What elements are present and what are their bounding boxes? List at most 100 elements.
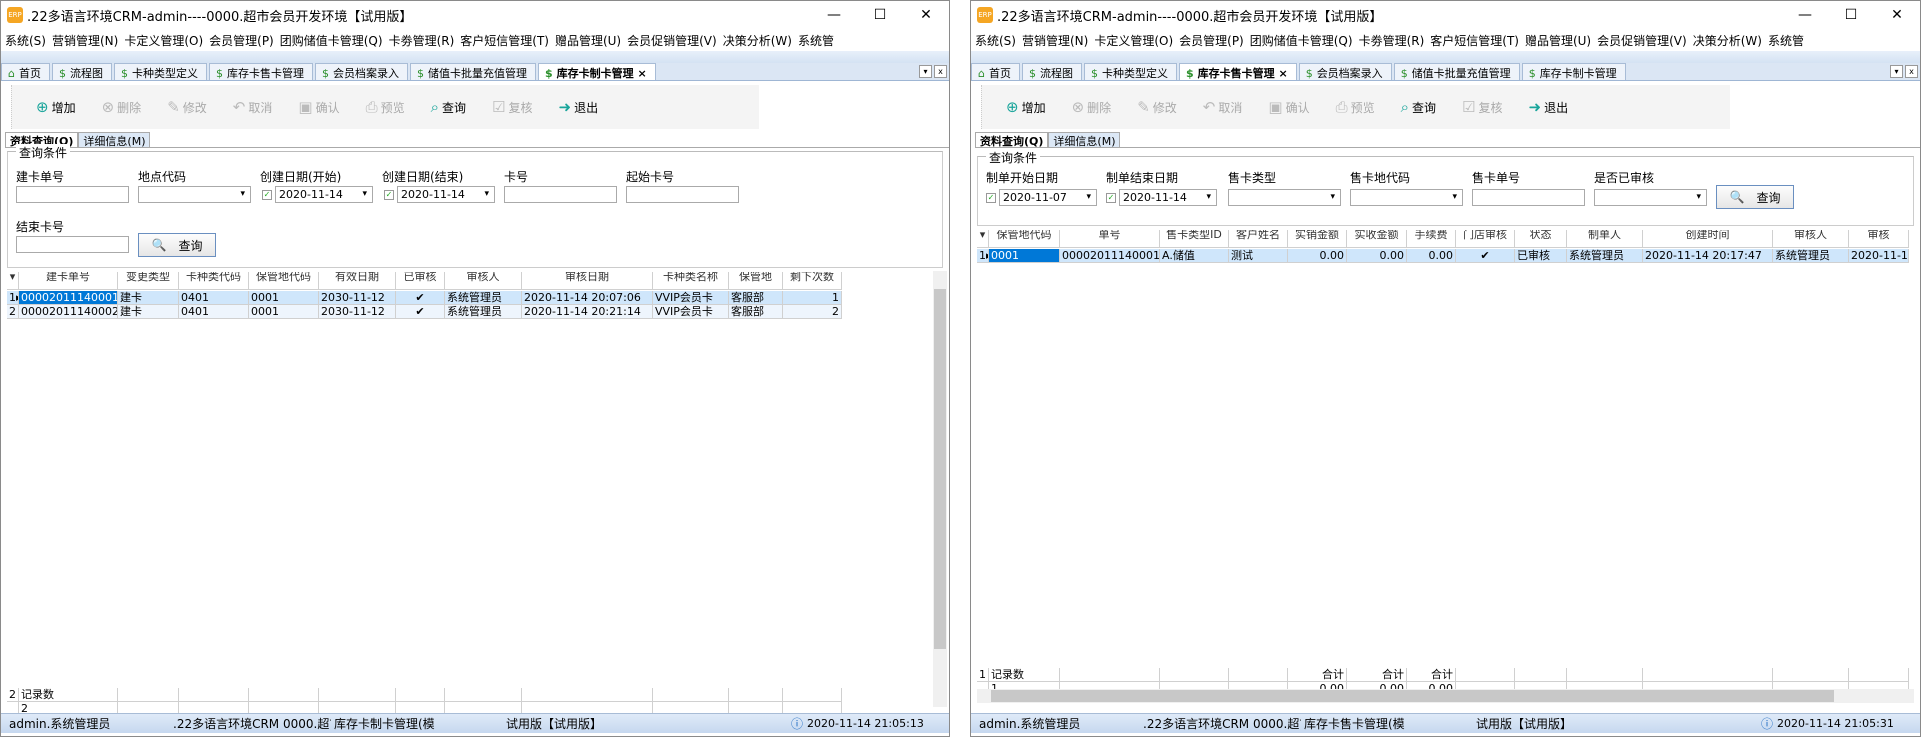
column-header[interactable]: 保管地	[729, 272, 783, 290]
end-date-picker[interactable]: 2020-11-14	[397, 186, 495, 203]
query-button[interactable]: ⌕ 查询	[1401, 98, 1436, 116]
start-date-picker[interactable]: 2020-11-07	[999, 189, 1097, 206]
table-cell[interactable]: 0001	[989, 249, 1060, 263]
menu-item[interactable]: 系统(S)	[5, 32, 46, 49]
menu-item[interactable]: 决策分析(W)	[723, 32, 792, 49]
preview-button[interactable]: ⎙ 预览	[366, 98, 405, 116]
table-row[interactable]: 1▸00002011140001建卡040100012030-11-12✔系统管…	[7, 291, 842, 305]
card-no-input[interactable]	[504, 186, 617, 203]
info-icon[interactable]: ⓘ	[791, 715, 803, 732]
column-header[interactable]: 实收金额	[1347, 230, 1407, 248]
tab-list-button[interactable]: ▾	[919, 65, 932, 78]
horizontal-scrollbar[interactable]	[977, 689, 1914, 703]
end-date-checkbox[interactable]: ✓	[384, 190, 394, 200]
start-date-checkbox[interactable]: ✓	[262, 190, 272, 200]
column-header[interactable]: 审核人	[1773, 230, 1849, 248]
column-header[interactable]: 卡种类名称	[653, 272, 729, 290]
column-header[interactable]: 有效日期	[319, 272, 396, 290]
column-header[interactable]: 审核	[1849, 230, 1909, 248]
column-header[interactable]: 剩下次数	[783, 272, 842, 290]
column-header[interactable]: 审核日期	[522, 272, 653, 290]
menu-item[interactable]: 卡定义管理(O)	[1094, 32, 1173, 49]
tab-item[interactable]: ⌂ 首页	[1, 63, 50, 80]
card-order-no-input[interactable]	[16, 186, 129, 203]
tab-item[interactable]: $ 会员档案录入	[1298, 63, 1392, 80]
table-cell[interactable]: ✔	[396, 291, 445, 305]
column-header[interactable]: 审核人	[445, 272, 522, 290]
tab-item[interactable]: $ 流程图	[1021, 63, 1082, 80]
menu-item[interactable]: 卡定义管理(O)	[124, 32, 203, 49]
close-button[interactable]: ✕	[903, 7, 949, 23]
tab-item[interactable]: $ 储值卡批量充值管理	[1393, 63, 1520, 80]
query-button[interactable]: 🔍 查询	[138, 233, 216, 257]
tab-item[interactable]: $ 储值卡批量充值管理	[409, 63, 536, 80]
close-tabs-button[interactable]: x	[934, 65, 947, 78]
menu-item[interactable]: 决策分析(W)	[1693, 32, 1762, 49]
confirm-button[interactable]: ▣ 确认	[298, 98, 339, 116]
table-cell[interactable]: ✔	[1456, 249, 1515, 263]
cancel-button[interactable]: ↶ 取消	[233, 98, 273, 116]
delete-button[interactable]: ⊗ 删除	[102, 98, 142, 116]
menu-item[interactable]: 系统(S)	[975, 32, 1016, 49]
end-date-checkbox[interactable]: ✓	[1106, 193, 1116, 203]
column-header[interactable]: 已审核	[396, 272, 445, 290]
menu-item[interactable]: 团购储值卡管理(Q)	[280, 32, 383, 49]
table-cell[interactable]: ✔	[396, 305, 445, 319]
menu-item[interactable]: 会员管理(P)	[209, 32, 274, 49]
column-header[interactable]: 制单人	[1567, 230, 1643, 248]
column-header[interactable]: 创建时间	[1643, 230, 1773, 248]
close-button[interactable]: ✕	[1874, 7, 1920, 23]
menu-item[interactable]: 会员促销管理(V)	[1597, 32, 1687, 49]
column-header[interactable]: 客户姓名	[1229, 230, 1288, 248]
maximize-button[interactable]: ☐	[1828, 7, 1874, 23]
preview-button[interactable]: ⎙ 预览	[1336, 98, 1375, 116]
sell-card-type-select[interactable]	[1228, 189, 1341, 206]
menu-item[interactable]: 团购储值卡管理(Q)	[1250, 32, 1353, 49]
tab-item[interactable]: $ 会员档案录入	[314, 63, 408, 80]
start-date-checkbox[interactable]: ✓	[986, 193, 996, 203]
column-header[interactable]: 售卡类型ID	[1160, 230, 1229, 248]
tab-item[interactable]: $ 库存卡制卡管理	[1521, 63, 1626, 80]
tab-item[interactable]: $ 卡种类型定义	[1083, 63, 1177, 80]
column-header[interactable]: 手续费	[1407, 230, 1456, 248]
tab-item[interactable]: $ 库存卡售卡管理 ×	[1178, 63, 1297, 80]
menu-item[interactable]: 系统管	[1768, 32, 1804, 49]
tab-detail[interactable]: 详细信息(M)	[78, 132, 151, 148]
menu-item[interactable]: 卡劵管理(R)	[1359, 32, 1425, 49]
menu-item[interactable]: 营销管理(N)	[52, 32, 118, 49]
menu-item[interactable]: 客户短信管理(T)	[1430, 32, 1519, 49]
is-approved-select[interactable]	[1594, 189, 1707, 206]
menu-item[interactable]: 营销管理(N)	[1022, 32, 1088, 49]
maximize-button[interactable]: ☐	[857, 7, 903, 23]
tab-query[interactable]: 资料查询(Q)	[975, 132, 1049, 148]
tab-item[interactable]: $ 卡种类型定义	[113, 63, 207, 80]
query-button[interactable]: 🔍 查询	[1716, 185, 1794, 209]
end-date-picker[interactable]: 2020-11-14	[1119, 189, 1217, 206]
menu-item[interactable]: 会员促销管理(V)	[627, 32, 717, 49]
review-button[interactable]: ☑ 复核	[1462, 98, 1502, 116]
column-header[interactable]: 保管地代码	[249, 272, 319, 290]
tab-list-button[interactable]: ▾	[1890, 65, 1903, 78]
column-header[interactable]: 单号	[1060, 230, 1160, 248]
end-card-no-input[interactable]	[16, 236, 129, 253]
column-header[interactable]: 变更类型	[118, 272, 179, 290]
column-header[interactable]: 实销金额	[1288, 230, 1347, 248]
menu-item[interactable]: 客户短信管理(T)	[460, 32, 549, 49]
column-header[interactable]: 建卡单号	[19, 272, 118, 290]
info-icon[interactable]: ⓘ	[1761, 715, 1773, 732]
sell-order-no-input[interactable]	[1472, 189, 1585, 206]
query-button[interactable]: ⌕ 查询	[431, 98, 466, 116]
add-button[interactable]: ⊕ 增加	[1006, 98, 1046, 116]
edit-button[interactable]: ✎ 修改	[167, 98, 207, 116]
table-row[interactable]: 2 00002011140002 建卡 0401 0001 2030-11-12 ✔ 系统管理…	[7, 305, 842, 319]
column-header[interactable]: 门店审核	[1456, 230, 1515, 248]
menu-item[interactable]: 赠品管理(U)	[555, 32, 621, 49]
vertical-scrollbar[interactable]	[933, 271, 947, 707]
add-button[interactable]: ⊕ 增加	[36, 98, 76, 116]
cancel-button[interactable]: ↶ 取消	[1203, 98, 1243, 116]
tab-item[interactable]: ⌂ 首页	[971, 63, 1020, 80]
table-cell[interactable]: 00002011140001	[19, 291, 118, 305]
tab-close-icon[interactable]: ×	[634, 67, 646, 80]
edit-button[interactable]: ✎ 修改	[1137, 98, 1177, 116]
minimize-button[interactable]: —	[1782, 7, 1828, 23]
